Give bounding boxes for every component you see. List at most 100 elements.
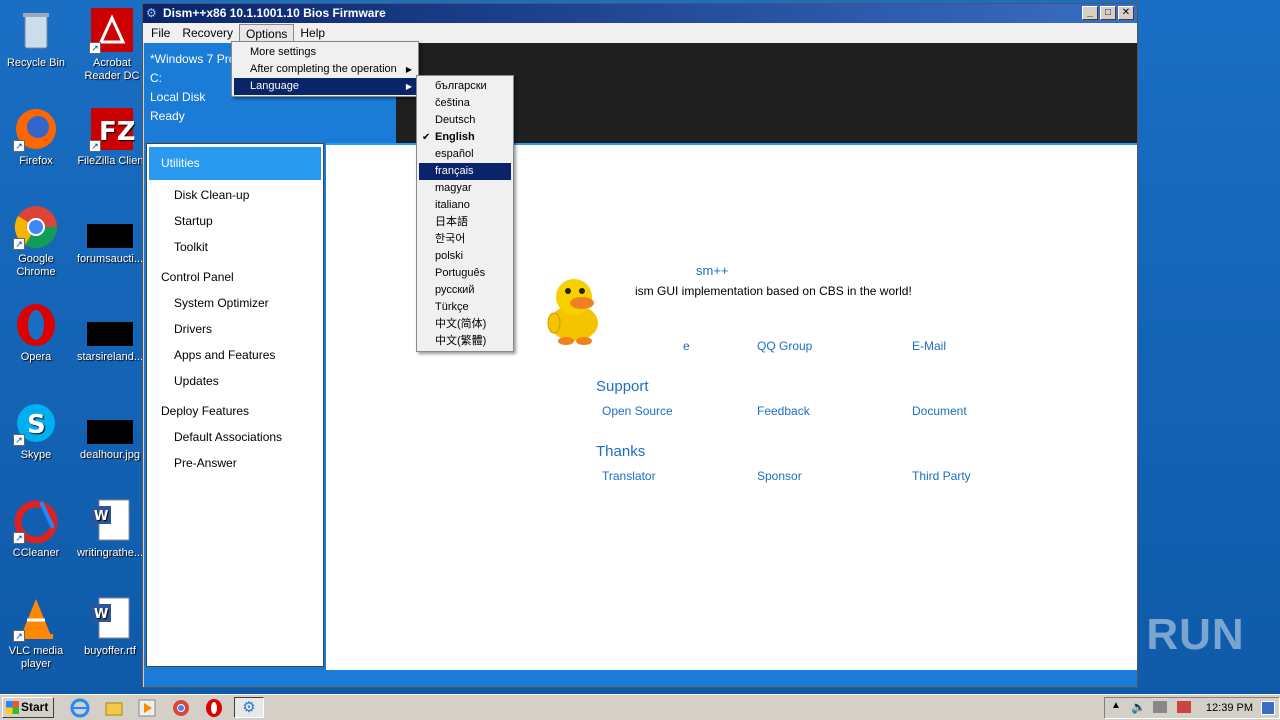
lang-german[interactable]: Deutsch (419, 112, 511, 129)
lang-hungarian[interactable]: magyar (419, 180, 511, 197)
sidebar-item-drivers[interactable]: Drivers (147, 316, 323, 342)
desktop-icon-file-stars[interactable]: starsireland... (75, 302, 145, 364)
window-title: Dism++x86 10.1.1001.10 Bios Firmware (163, 6, 386, 20)
lang-japanese[interactable]: 日本語 (419, 214, 511, 231)
maximize-button[interactable]: □ (1100, 6, 1116, 20)
volume-icon[interactable]: 🔈 (1131, 700, 1146, 714)
sidebar-item-toolkit[interactable]: Toolkit (147, 234, 323, 260)
skype-icon: S ↗ (13, 400, 59, 446)
windows-flag-icon (6, 701, 19, 714)
lang-czech[interactable]: čeština (419, 95, 511, 112)
desktop-icon-opera[interactable]: Opera (1, 302, 71, 364)
menu-options[interactable]: Options (239, 24, 295, 42)
lang-bulgarian[interactable]: български (419, 78, 511, 95)
acrobat-icon: ↗ (89, 8, 135, 54)
desktop-icon-ccleaner[interactable]: ↗ CCleaner (1, 498, 71, 560)
sidebar-item-disk-cleanup[interactable]: Disk Clean-up (147, 182, 323, 208)
chrome-icon[interactable] (171, 698, 191, 718)
lang-spanish[interactable]: español (419, 146, 511, 163)
explorer-folder-icon[interactable] (104, 698, 124, 718)
svg-text:W: W (94, 607, 108, 622)
email-link[interactable]: E-Mail (912, 339, 946, 353)
status-text: Ready (150, 109, 185, 123)
desktop-icon-skype[interactable]: S ↗ Skype (1, 400, 71, 462)
network-icon[interactable] (1153, 701, 1167, 713)
file-thumbnail-icon (87, 204, 133, 250)
desktop-icon-vlc[interactable]: ↗ VLC media player (1, 596, 71, 671)
lang-french[interactable]: français (419, 163, 511, 180)
filezilla-icon: FZ ↗ (89, 106, 136, 152)
qq-group-link[interactable]: QQ Group (757, 339, 812, 353)
support-heading: Support (596, 378, 649, 395)
start-button[interactable]: Start (2, 697, 54, 718)
third-party-link[interactable]: Third Party (912, 469, 971, 483)
document-link[interactable]: Document (912, 404, 967, 418)
sponsor-link[interactable]: Sponsor (757, 469, 802, 483)
title-bar[interactable]: ⚙ Dism++x86 10.1.1001.10 Bios Firmware _… (143, 4, 1137, 23)
lang-polish[interactable]: polski (419, 248, 511, 265)
lang-chinese-traditional[interactable]: 中文(繁體) (419, 333, 511, 350)
ie-icon[interactable] (70, 698, 90, 718)
desktop-icon-acrobat[interactable]: ↗ Acrobat Reader DC (77, 8, 147, 83)
close-button[interactable]: ✕ (1118, 6, 1134, 20)
desktop-icon-filezilla[interactable]: FZ ↗ FileZilla Client (77, 106, 147, 168)
anyrun-watermark: ANY RUN (1038, 610, 1245, 659)
media-player-icon[interactable] (137, 698, 157, 718)
minimize-button[interactable]: _ (1082, 6, 1098, 20)
lang-russian[interactable]: русский (419, 282, 511, 299)
desktop-icon-file-forums[interactable]: forumsaucti... (75, 204, 145, 266)
lang-english[interactable]: English (419, 129, 511, 146)
menu-item-more-settings[interactable]: More settings (234, 44, 416, 61)
chevron-up-icon[interactable]: ▲ (1111, 700, 1121, 711)
submenu-arrow-icon: ▶ (405, 65, 412, 74)
options-menu: More settings After completing the opera… (231, 41, 419, 97)
lang-turkish[interactable]: Türkçe (419, 299, 511, 316)
sidebar-item-updates[interactable]: Updates (147, 368, 323, 394)
opera-icon[interactable] (204, 698, 224, 718)
menu-file[interactable]: File (145, 24, 176, 42)
action-center-icon[interactable] (1177, 701, 1191, 713)
sidebar-item-system-optimizer[interactable]: System Optimizer (147, 290, 323, 316)
desktop-icon-word-writing[interactable]: W writingrathe... (75, 498, 145, 560)
menu-recovery[interactable]: Recovery (176, 24, 239, 42)
open-source-link[interactable]: Open Source (602, 404, 673, 418)
lang-chinese-simplified[interactable]: 中文(简体) (419, 316, 511, 333)
desktop-icon-file-dealhour[interactable]: dealhour.jpg (75, 400, 145, 462)
feedback-link[interactable]: Feedback (757, 404, 810, 418)
word-doc-icon: W (87, 498, 133, 544)
sidebar-item-utilities[interactable]: Utilities (149, 147, 321, 180)
translator-link[interactable]: Translator (602, 469, 656, 483)
menu-item-after-completing[interactable]: After completing the operation ▶ (234, 61, 416, 78)
file-thumbnail-icon (87, 302, 133, 348)
homepage-link[interactable]: e (683, 339, 690, 353)
dism-window: ⚙ Dism++x86 10.1.1001.10 Bios Firmware _… (142, 3, 1138, 688)
menu-bar: File Recovery Options Help (143, 23, 1137, 43)
lang-portuguese[interactable]: Português (419, 265, 511, 282)
lang-korean[interactable]: 한국어 (419, 231, 511, 248)
status-strip (144, 670, 1137, 687)
image-file-icon (87, 400, 133, 446)
about-description: ism GUI implementation based on CBS in t… (635, 284, 912, 298)
sidebar-heading-deploy[interactable]: Deploy Features (147, 398, 323, 424)
ccleaner-icon: ↗ (13, 498, 59, 544)
desktop-icon-firefox[interactable]: ↗ Firefox (1, 106, 71, 168)
desktop-icon-recycle-bin[interactable]: Recycle Bin (1, 8, 71, 70)
submenu-arrow-icon: ▶ (405, 82, 412, 91)
sidebar-item-default-associations[interactable]: Default Associations (147, 424, 323, 450)
firefox-icon: ↗ (13, 106, 59, 152)
show-desktop-button[interactable] (1261, 701, 1275, 715)
lang-italian[interactable]: italiano (419, 197, 511, 214)
dism-taskbar-button[interactable]: ⚙ (234, 697, 264, 718)
menu-item-language[interactable]: Language ▶ (234, 78, 416, 95)
menu-help[interactable]: Help (294, 24, 331, 42)
desktop-icon-word-buyoffer[interactable]: W buyoffer.rtf (75, 596, 145, 658)
thanks-heading: Thanks (596, 443, 646, 460)
content-area: Utilities Disk Clean-up Startup Toolkit … (144, 143, 1137, 670)
sidebar-item-pre-answer[interactable]: Pre-Answer (147, 450, 323, 476)
sidebar-item-apps-features[interactable]: Apps and Features (147, 342, 323, 368)
sidebar-heading-control-panel[interactable]: Control Panel (147, 264, 323, 290)
desktop-icon-chrome[interactable]: ↗ Google Chrome (1, 204, 71, 279)
clock[interactable]: 12:39 PM (1206, 702, 1253, 714)
system-tray: ▲ 🔈 12:39 PM (1104, 697, 1280, 719)
sidebar-item-startup[interactable]: Startup (147, 208, 323, 234)
